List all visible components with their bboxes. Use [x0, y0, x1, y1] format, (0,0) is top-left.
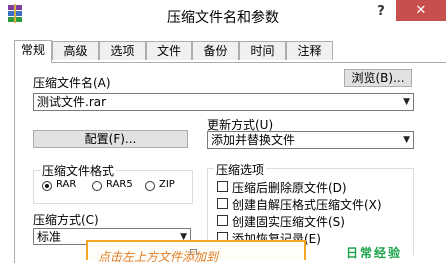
chevron-down-icon: ▼ [403, 135, 410, 145]
format-rar-radio[interactable] [42, 181, 52, 191]
create-solid-label: 创建固实压缩文件(S) [232, 215, 345, 229]
update-mode-select[interactable]: 添加并替换文件 ▼ [207, 131, 414, 149]
partial-checkbox [190, 249, 197, 255]
compression-method-value: 标准 [37, 230, 62, 244]
archive-name-value: 测试文件.rar [37, 95, 107, 109]
title-bar: 压缩文件名和参数 ? ✕ [0, 0, 446, 32]
partial-row-cutoff [30, 246, 80, 255]
archive-name-label: 压缩文件名(A) [33, 76, 111, 90]
create-sfx-checkbox[interactable] [217, 198, 228, 209]
tab-time[interactable]: 时间 [239, 41, 286, 60]
help-button[interactable]: ? [371, 1, 391, 23]
profiles-button[interactable]: 配置(F)... [33, 130, 188, 148]
tab-options[interactable]: 选项 [99, 41, 146, 60]
delete-after-checkbox[interactable] [217, 181, 228, 192]
compression-method-label: 压缩方式(C) [33, 213, 99, 227]
create-sfx-label: 创建自解压格式压缩文件(X) [232, 198, 382, 212]
browse-button[interactable]: 浏览(B)... [344, 69, 412, 87]
format-zip-label: ZIP [159, 179, 175, 190]
format-rar-label: RAR [56, 179, 77, 190]
watermark-text: 日常经验 [346, 246, 403, 260]
create-solid-checkbox[interactable] [217, 215, 228, 226]
delete-after-label: 压缩后删除原文件(D) [232, 181, 347, 195]
format-zip-radio[interactable] [145, 181, 155, 191]
format-rar5-radio[interactable] [92, 181, 102, 191]
chevron-down-icon: ▼ [403, 97, 410, 107]
format-rar5-label: RAR5 [106, 179, 133, 190]
close-button[interactable]: ✕ [396, 0, 446, 21]
archive-name-field[interactable]: 测试文件.rar ▼ [33, 93, 414, 111]
tab-general[interactable]: 常规 [14, 40, 52, 63]
tab-comment[interactable]: 注释 [286, 41, 333, 60]
archive-format-label: 压缩文件格式 [40, 162, 117, 179]
tab-backup[interactable]: 备份 [192, 41, 239, 60]
tab-files[interactable]: 文件 [146, 41, 192, 60]
archiving-options-label: 压缩选项 [214, 161, 267, 178]
tab-advanced[interactable]: 高级 [52, 41, 99, 60]
update-mode-value: 添加并替换文件 [211, 133, 296, 147]
instruction-text: 点击左上方文件添加到 [98, 250, 219, 264]
